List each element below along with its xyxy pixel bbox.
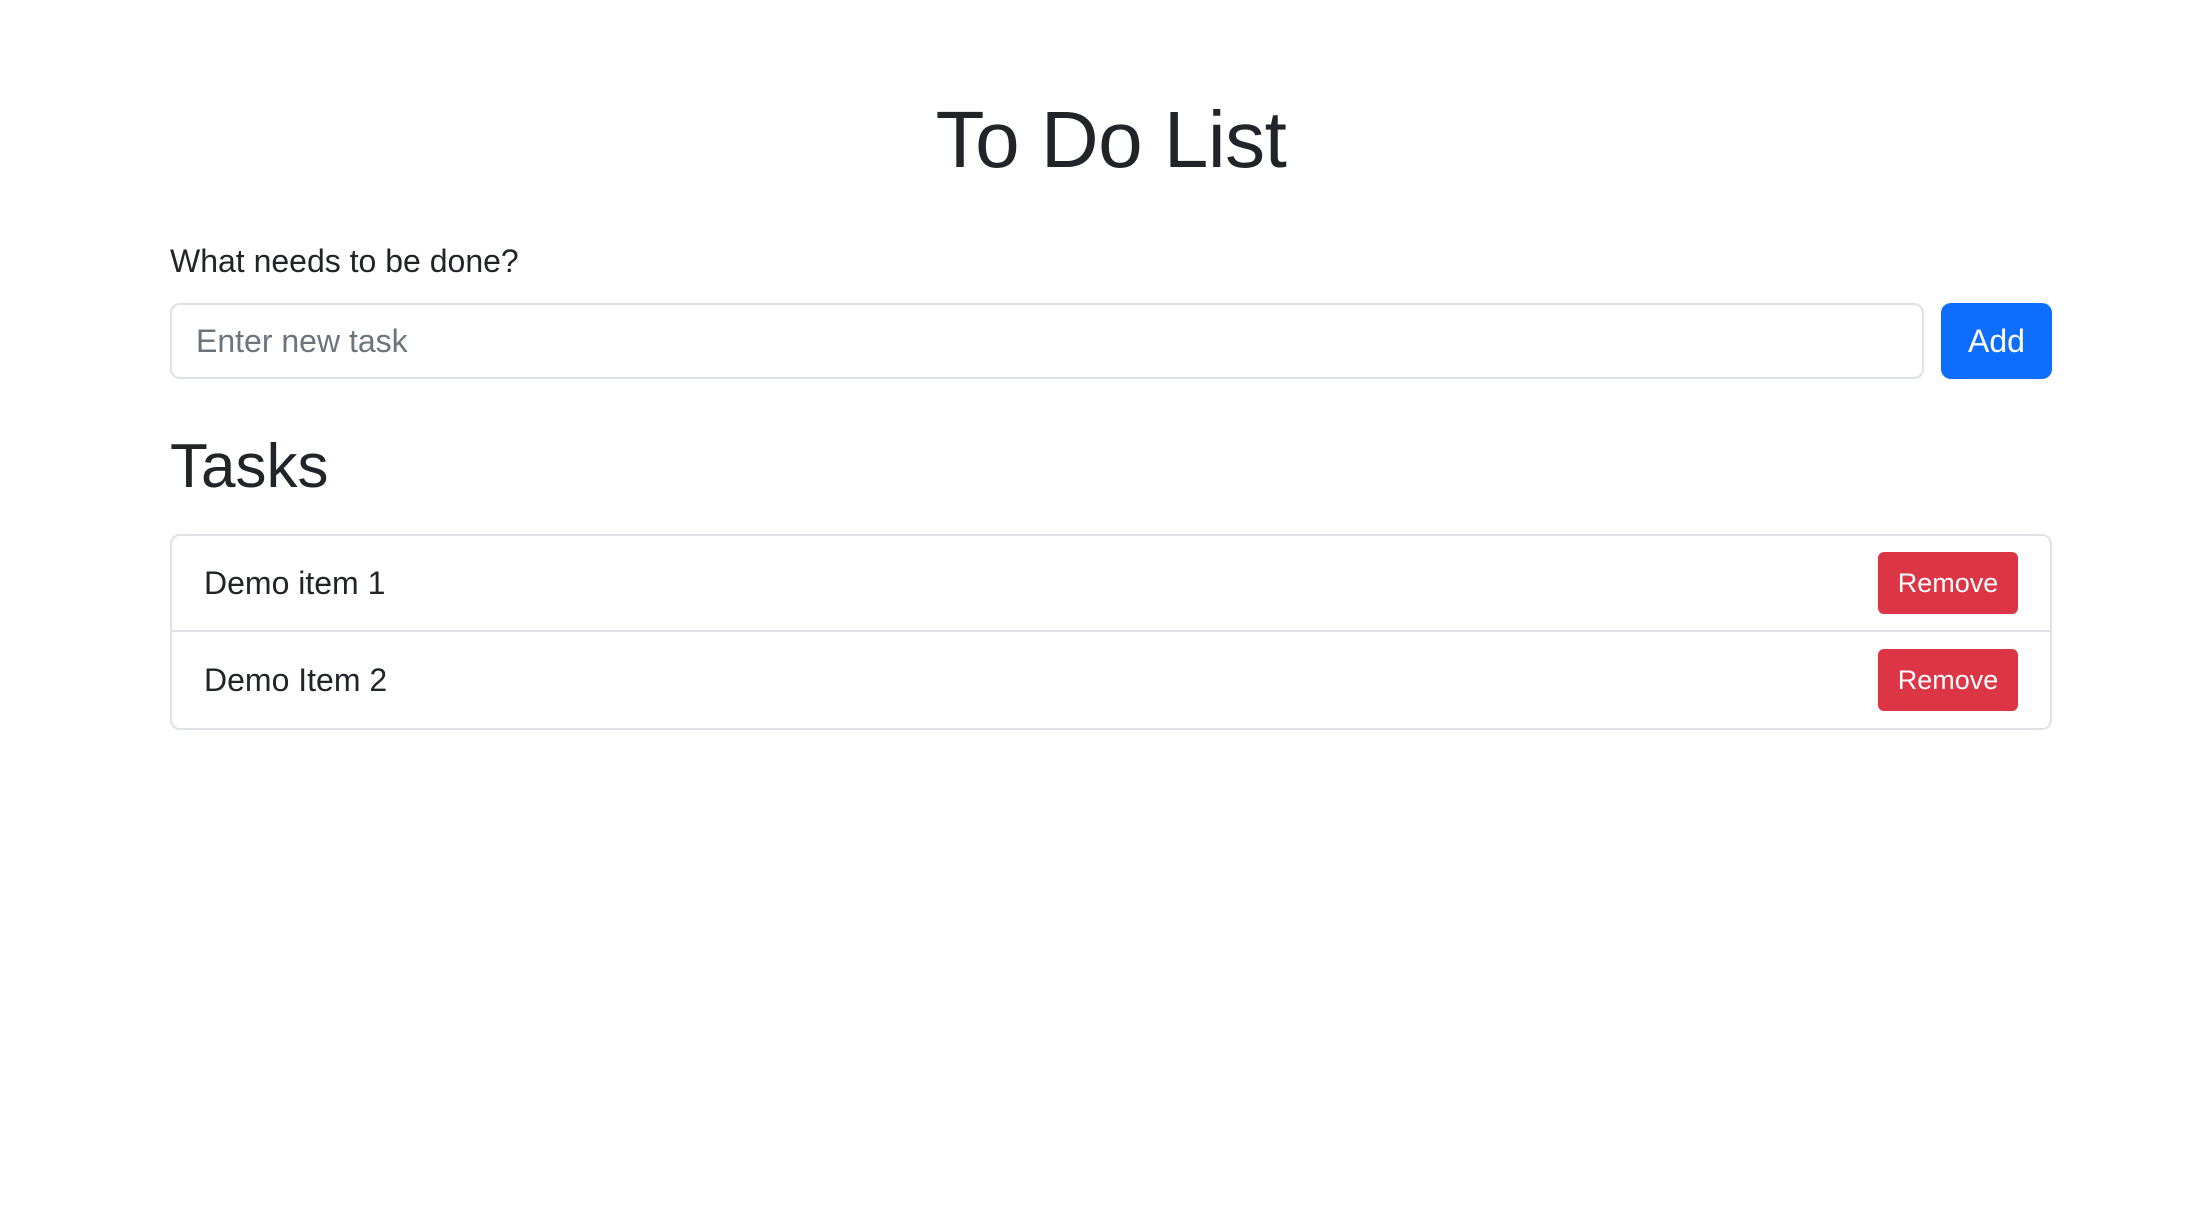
task-text: Demo item 1 xyxy=(204,564,386,601)
remove-task-button[interactable]: Remove xyxy=(1878,649,2018,711)
task-list: Demo item 1 Remove Demo Item 2 Remove xyxy=(170,534,2052,730)
task-text: Demo Item 2 xyxy=(204,661,388,698)
new-task-input[interactable] xyxy=(170,303,1924,379)
page-title: To Do List xyxy=(935,95,1287,184)
task-list-item: Demo Item 2 Remove xyxy=(172,632,2050,728)
task-input-label: What needs to be done? xyxy=(170,243,519,279)
remove-task-button[interactable]: Remove xyxy=(1878,552,2018,614)
add-task-button[interactable]: Add xyxy=(1941,303,2052,379)
tasks-heading: Tasks xyxy=(170,432,329,501)
task-list-item: Demo item 1 Remove xyxy=(172,536,2050,632)
